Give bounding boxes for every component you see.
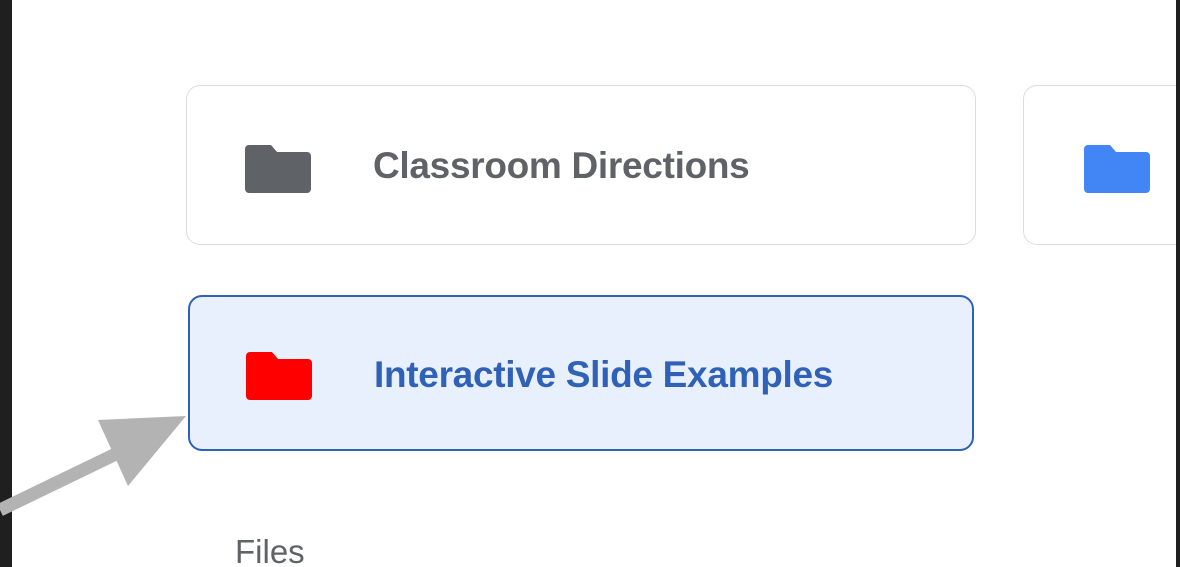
folder-icon bbox=[1084, 141, 1150, 193]
folder-card-classroom-directions[interactable]: Classroom Directions bbox=[186, 85, 976, 245]
files-section-heading: Files bbox=[235, 533, 305, 567]
annotation-arrow-icon bbox=[0, 416, 186, 516]
folder-icon bbox=[245, 141, 311, 193]
folder-card-partial[interactable] bbox=[1023, 85, 1176, 245]
folder-icon bbox=[246, 348, 312, 400]
folder-name: Interactive Slide Examples bbox=[374, 354, 834, 395]
folder-card-interactive-slide-examples[interactable]: Interactive Slide Examples bbox=[188, 295, 974, 451]
folder-name: Classroom Directions bbox=[373, 145, 750, 186]
